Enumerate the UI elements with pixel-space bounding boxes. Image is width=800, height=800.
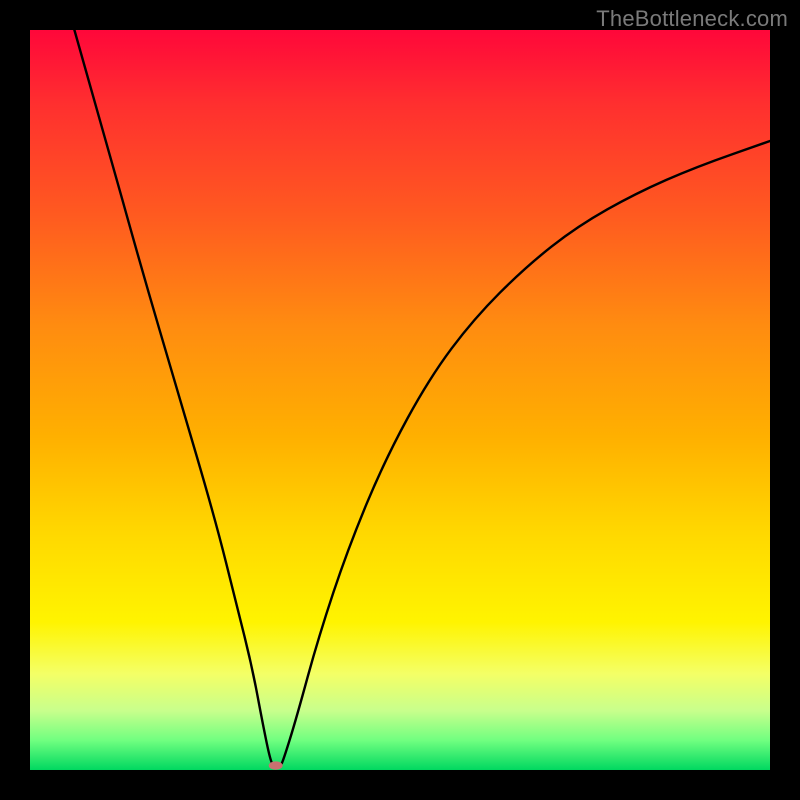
plot-area [30,30,770,770]
minimum-marker [269,761,283,769]
chart-frame: TheBottleneck.com [0,0,800,800]
watermark-text: TheBottleneck.com [596,6,788,32]
curve-svg [30,30,770,770]
bottleneck-curve [74,30,770,766]
